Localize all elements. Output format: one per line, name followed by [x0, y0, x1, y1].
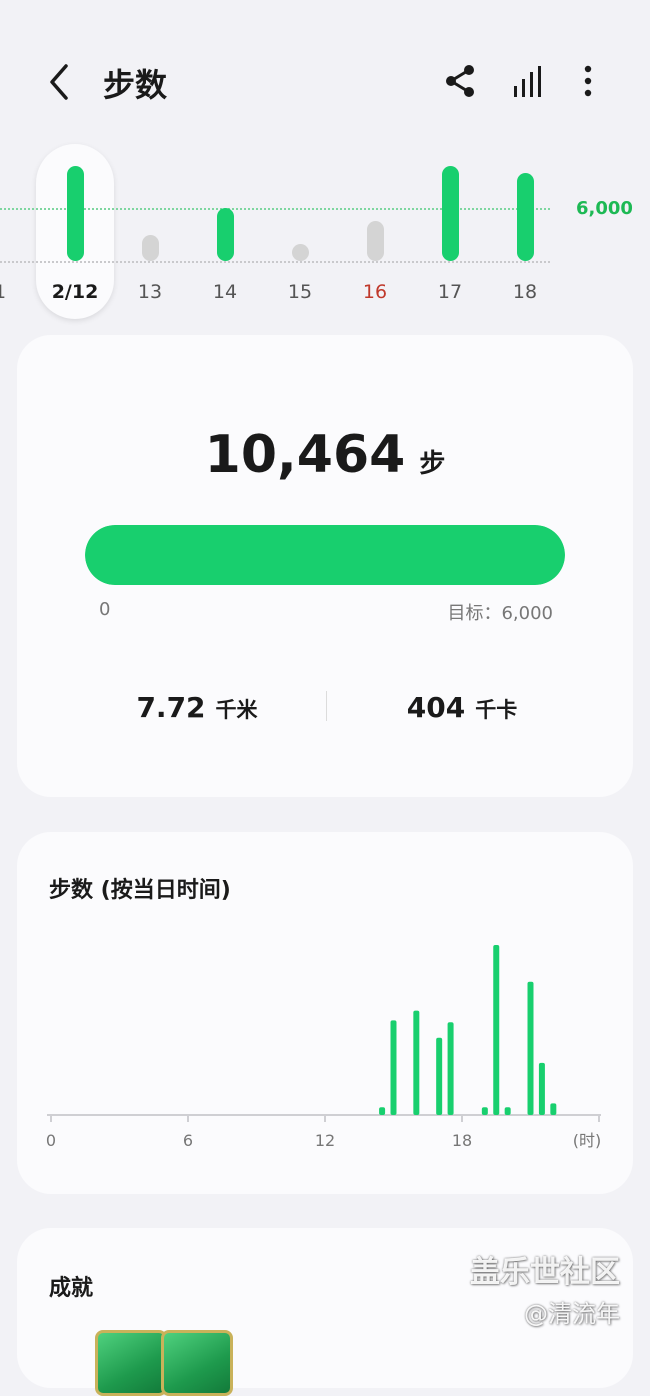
day-bar[interactable]	[67, 166, 84, 261]
x-tick-label: 18	[452, 1131, 472, 1150]
calories-value: 404	[406, 691, 466, 724]
calories-stat: 404 千卡	[332, 691, 592, 724]
day-label[interactable]: 15	[270, 281, 330, 303]
more-icon[interactable]	[572, 62, 604, 100]
hour-bar	[504, 1107, 511, 1115]
hourly-steps-chart: 0 6 12 18 (时)	[46, 945, 602, 1150]
watermark-user: @清流年	[524, 1300, 620, 1328]
steps-count: 10,464	[204, 425, 406, 485]
x-tick-label: 6	[183, 1131, 193, 1150]
steps-progress-bar	[85, 525, 565, 585]
stats-icon[interactable]	[508, 62, 548, 100]
hour-bar	[447, 1022, 454, 1115]
day-label[interactable]: 14	[195, 281, 255, 303]
distance-stat: 7.72 千米	[67, 691, 327, 724]
day-label[interactable]: 18	[495, 281, 555, 303]
steps-unit: 步	[419, 449, 446, 479]
steps-total: 10,464 步	[17, 425, 633, 485]
hourly-steps-card[interactable]: 步数 (按当日时间) 0 6 12 18 (时)	[17, 832, 633, 1194]
hour-bar	[436, 1037, 443, 1115]
share-icon[interactable]	[442, 62, 480, 100]
hour-bar	[527, 981, 534, 1115]
watermark-brand: 盖乐世社区	[470, 1255, 620, 1290]
baseline	[0, 261, 550, 263]
distance-unit: 千米	[215, 698, 258, 722]
day-label[interactable]: 17	[420, 281, 480, 303]
progress-goal-label: 目标：6,000	[447, 603, 553, 624]
day-label[interactable]: 16	[345, 281, 405, 303]
day-bar[interactable]	[217, 208, 234, 261]
hour-bar	[413, 1010, 420, 1115]
day-label[interactable]: 1	[0, 281, 30, 303]
progress-min-label: 0	[99, 599, 111, 620]
calories-unit: 千卡	[475, 698, 518, 722]
hour-bar	[550, 1103, 557, 1115]
daily-steps-strip: 6,000 1 2/12 13 14 15 16 17 18	[0, 140, 650, 325]
x-unit-label: (时)	[573, 1131, 602, 1150]
hour-bar	[538, 1062, 545, 1115]
steps-progress-fill	[85, 525, 565, 585]
day-label[interactable]: 2/12	[45, 281, 105, 303]
goal-label: 6,000	[576, 198, 633, 219]
day-bar[interactable]	[442, 166, 459, 261]
hour-bar	[379, 1107, 386, 1115]
app-header: 步数	[0, 0, 650, 160]
back-icon[interactable]	[40, 58, 80, 106]
achievements-title: 成就	[49, 1276, 94, 1301]
hour-bar	[481, 1107, 488, 1115]
stat-divider	[326, 691, 327, 721]
achievement-badge[interactable]	[161, 1330, 233, 1396]
day-bar[interactable]	[142, 234, 159, 261]
day-bar[interactable]	[367, 221, 384, 261]
hour-bar	[390, 1020, 397, 1115]
page-title: 步数	[103, 66, 168, 104]
day-bar[interactable]	[292, 244, 309, 261]
achievement-badge[interactable]	[95, 1330, 167, 1396]
steps-summary-card: 10,464 步 0 目标：6,000 7.72 千米 404 千卡	[17, 335, 633, 797]
distance-value: 7.72	[136, 691, 206, 724]
x-tick-label: 0	[46, 1131, 56, 1150]
day-label[interactable]: 13	[120, 281, 180, 303]
day-bar[interactable]	[517, 173, 534, 261]
x-tick-label: 12	[315, 1131, 335, 1150]
hour-bar	[493, 945, 500, 1115]
